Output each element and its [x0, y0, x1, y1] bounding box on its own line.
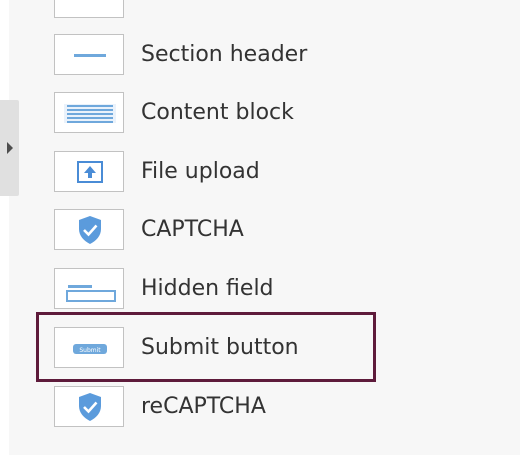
form-element-label: reCAPTCHA [141, 394, 266, 419]
form-element-label: Submit button [141, 335, 299, 360]
form-element-label: Hidden field [141, 276, 274, 301]
form-element-label: File upload [141, 159, 260, 184]
caret-right-icon [7, 142, 13, 154]
submit-button-icon: Submit [54, 327, 124, 368]
content-block-icon [54, 92, 124, 133]
form-element-captcha[interactable]: CAPTCHA [40, 208, 340, 252]
form-element-recaptcha[interactable]: reCAPTCHA [40, 385, 340, 429]
form-element-content-block[interactable]: Content block [40, 91, 340, 135]
form-element-label: Section header [141, 42, 308, 67]
shield-check-icon [54, 386, 124, 427]
submit-icon-text: Submit [79, 347, 101, 354]
form-element-submit-button[interactable]: Submit Submit button [40, 326, 340, 370]
shield-check-icon [54, 209, 124, 250]
file-upload-icon [54, 151, 124, 192]
previous-item-thumbnail[interactable] [54, 0, 124, 18]
form-element-section-header[interactable]: Section header [40, 33, 340, 77]
form-element-file-upload[interactable]: File upload [40, 150, 340, 194]
hidden-field-icon [54, 268, 124, 309]
form-element-hidden-field[interactable]: Hidden field [40, 267, 340, 311]
panel-collapse-toggle[interactable] [0, 100, 19, 196]
section-header-icon [54, 34, 124, 75]
form-element-label: CAPTCHA [141, 217, 244, 242]
form-element-label: Content block [141, 100, 294, 125]
